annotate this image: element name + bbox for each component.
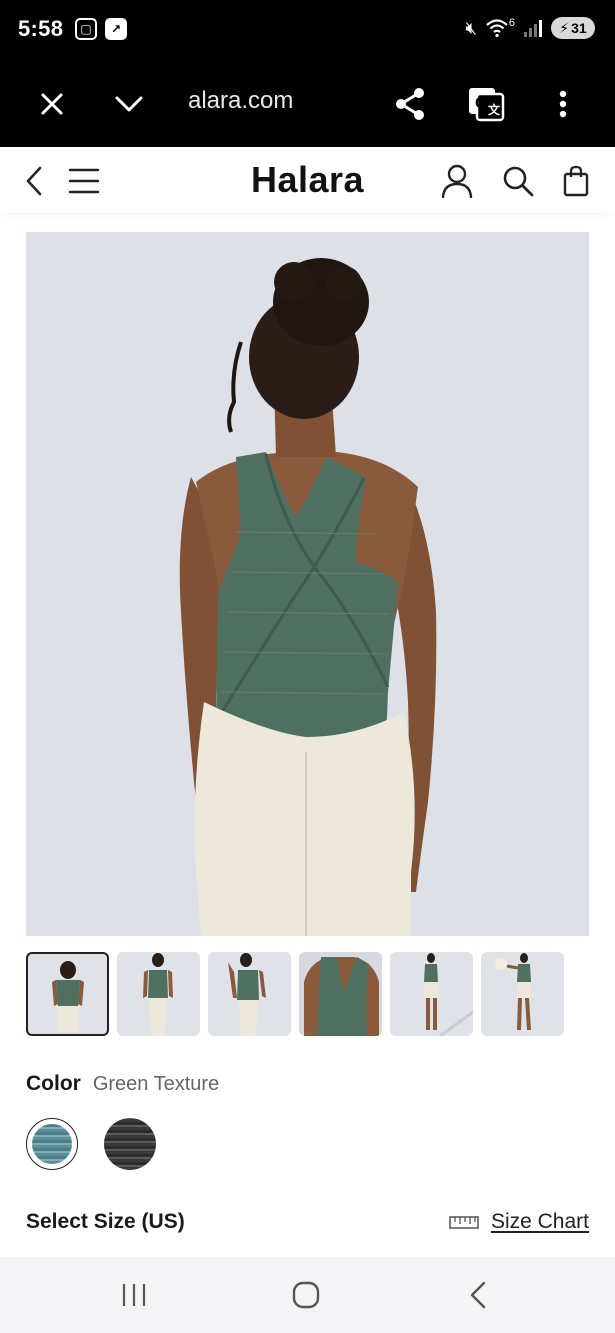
mute-icon: 🔇︎ [465, 18, 477, 38]
product-main-image[interactable] [26, 232, 589, 936]
svg-text:G: G [475, 95, 487, 112]
svg-text:文: 文 [488, 102, 501, 117]
battery-level: 31 [571, 20, 587, 36]
system-navigation-bar [0, 1257, 615, 1333]
back-icon[interactable] [14, 161, 54, 201]
swatch-fill [32, 1124, 72, 1164]
chevron-down-icon[interactable] [107, 82, 151, 126]
size-label: Select Size (US) [26, 1210, 185, 1233]
wifi-icon [486, 19, 508, 38]
ruler-icon [449, 1216, 479, 1229]
thumbnail-5[interactable] [390, 952, 473, 1036]
screenshot-icon: ▢ [75, 18, 97, 40]
thumbnail-3[interactable] [208, 952, 291, 1036]
color-swatch-dark-grey-texture[interactable] [104, 1118, 156, 1170]
status-bar: 5:58 ▢ ↗ 🔇︎ 6 ⚡︎ 31 [0, 0, 615, 60]
status-right-icons: 🔇︎ 6 ⚡︎ 31 [466, 17, 595, 39]
url-text[interactable]: alara.com [188, 87, 293, 115]
thumbnail-4[interactable] [299, 952, 382, 1036]
size-chart-link[interactable]: Size Chart [449, 1210, 589, 1234]
thumbnail-2[interactable] [117, 952, 200, 1036]
selected-color-name: Green Texture [92, 1073, 220, 1095]
thumbnail-1[interactable] [26, 952, 109, 1036]
more-options-icon[interactable] [541, 82, 585, 126]
menu-icon[interactable] [64, 161, 104, 201]
color-selector-header: Color Green Texture [26, 1072, 219, 1096]
close-icon[interactable] [30, 82, 74, 126]
cell-signal-icon [524, 20, 542, 37]
site-header: Halara [0, 147, 615, 213]
browser-toolbar: alara.com G 文 [0, 60, 615, 147]
product-photo [26, 232, 589, 936]
translate-icon[interactable]: G 文 [464, 82, 508, 126]
recent-apps-icon[interactable] [114, 1277, 154, 1313]
color-swatches [26, 1118, 156, 1170]
account-icon[interactable] [437, 161, 477, 201]
app-notification-icon: ↗ [105, 18, 127, 40]
size-selector-header: Select Size (US) Size Chart [26, 1208, 589, 1238]
battery-indicator: ⚡︎ 31 [551, 17, 595, 39]
charging-icon: ⚡︎ [559, 19, 570, 36]
shopping-bag-icon[interactable] [556, 161, 596, 201]
status-time: 5:58 [18, 16, 64, 41]
swatch-fill [104, 1118, 156, 1170]
color-label: Color [26, 1072, 81, 1095]
home-icon[interactable] [286, 1277, 326, 1313]
thumbnail-strip [26, 952, 589, 1036]
share-icon[interactable] [388, 82, 432, 126]
back-nav-icon[interactable] [458, 1277, 498, 1313]
search-icon[interactable] [498, 161, 538, 201]
size-chart-label[interactable]: Size Chart [491, 1210, 589, 1234]
wifi-generation: 6 [508, 17, 515, 29]
color-swatch-green-texture[interactable] [26, 1118, 78, 1170]
thumbnail-6[interactable] [481, 952, 564, 1036]
status-notification-icons: ▢ ↗ [75, 18, 127, 40]
